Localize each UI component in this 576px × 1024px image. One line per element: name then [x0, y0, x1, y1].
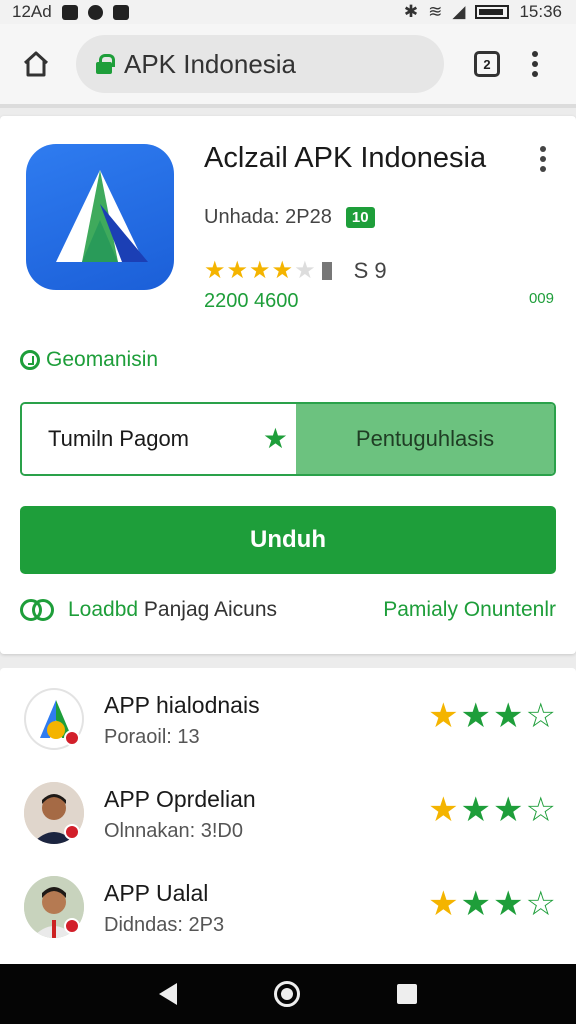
tab-count: 2	[483, 56, 491, 72]
update-info: Unhada: 2P28 10	[204, 206, 375, 229]
bluetooth-icon: ✱	[403, 2, 419, 21]
download-extra: 009	[528, 290, 554, 307]
review-sub: Poraoil: 13	[104, 726, 200, 748]
star-icon: ★	[262, 423, 288, 454]
browser-toolbar: APK Indonesia 2	[0, 24, 576, 108]
list-item[interactable]: APP Oprdelian Olnnakan: 3!D0 ★★★☆	[0, 762, 576, 856]
message-icon	[112, 4, 129, 20]
update-badge: 10	[345, 207, 375, 228]
review-name: APP Ualal	[104, 880, 209, 906]
rating-count: S 9	[353, 257, 387, 283]
toggle-right-label: Pentuguhlasis	[355, 426, 495, 451]
url-bar[interactable]: APK Indonesia	[76, 35, 444, 93]
review-sub: Didndas: 2P3	[104, 914, 225, 936]
app-detail-card: Aclzail APK Indonesia Unhada: 2P28 10 ★★…	[0, 116, 576, 654]
list-item[interactable]: APP hialodnais Poraoil: 13 ★★★☆	[0, 668, 576, 762]
download-button[interactable]: Unduh	[20, 506, 556, 574]
check-circle-icon	[20, 350, 40, 370]
review-name: APP hialodnais	[104, 692, 260, 718]
battery-icon	[475, 5, 510, 19]
review-list: APP hialodnais Poraoil: 13 ★★★☆ APP Oprd…	[0, 668, 576, 968]
review-name: APP Oprdelian	[104, 786, 256, 812]
tab-switcher-button[interactable]: 2	[474, 51, 500, 77]
review-stars: ★★★☆	[428, 791, 558, 829]
link-left[interactable]: Loadbd Panjag Aicuns	[20, 596, 277, 624]
genre-label: Geomanisin	[46, 348, 159, 371]
star-empty-icon: ★	[294, 257, 316, 284]
avatar-badge-icon	[64, 824, 80, 840]
avatar-badge-icon	[64, 918, 80, 934]
wifi-icon: ≋	[428, 2, 443, 21]
back-icon[interactable]	[158, 983, 177, 1005]
option-toggle: Tumiln Pagom ★ Pentuguhlasis	[20, 402, 556, 476]
toggle-left-label: Tumiln Pagom	[48, 426, 190, 451]
url-text: APK Indonesia	[124, 48, 297, 79]
home-icon[interactable]	[18, 46, 54, 82]
link-icon	[20, 596, 56, 624]
toggle-option-left[interactable]: Tumiln Pagom ★	[22, 404, 296, 474]
browser-menu-icon[interactable]	[530, 51, 540, 77]
status-time-left: 12Ad	[12, 2, 52, 21]
review-sub: Olnnakan: 3!D0	[104, 820, 243, 842]
link-left-rest: Panjag Aicuns	[138, 598, 278, 621]
review-stars: ★★★☆	[428, 697, 558, 735]
signal-icon: ◢	[452, 2, 466, 21]
recent-apps-icon[interactable]	[397, 984, 418, 1004]
status-time-right: 15:36	[519, 2, 562, 21]
update-label: Unhada: 2P28	[204, 206, 332, 228]
home-circle-icon[interactable]	[273, 981, 300, 1007]
lock-icon	[96, 54, 115, 74]
toggle-option-right[interactable]: Pentuguhlasis	[296, 404, 554, 474]
list-item[interactable]: APP Ualal Didndas: 2P3 ★★★☆	[0, 856, 576, 950]
avatar-badge-icon	[64, 730, 80, 746]
notification-icon	[61, 4, 78, 20]
rating-row: ★★★★ ★ S 9	[204, 256, 387, 285]
link-left-green: Loadbd	[68, 598, 139, 621]
link-right[interactable]: Pamialy Onuntenlr	[383, 598, 556, 622]
status-bar: 12Ad ✱ ≋ ◢ 15:36	[0, 0, 576, 24]
star-rating-icons: ★★★★	[204, 257, 295, 284]
review-stars: ★★★☆	[428, 885, 558, 923]
app-title: Aclzail APK Indonesia	[204, 142, 487, 174]
sync-icon	[87, 4, 103, 20]
rating-bar-icon	[321, 261, 332, 280]
app-icon	[26, 144, 174, 290]
download-count: 2200 4600	[204, 290, 299, 312]
secondary-links: Loadbd Panjag Aicuns Pamialy Onuntenlr	[20, 596, 556, 624]
overflow-menu-icon[interactable]	[540, 146, 546, 172]
genre-tag[interactable]: Geomanisin	[20, 348, 158, 372]
system-nav-bar	[0, 964, 576, 1024]
